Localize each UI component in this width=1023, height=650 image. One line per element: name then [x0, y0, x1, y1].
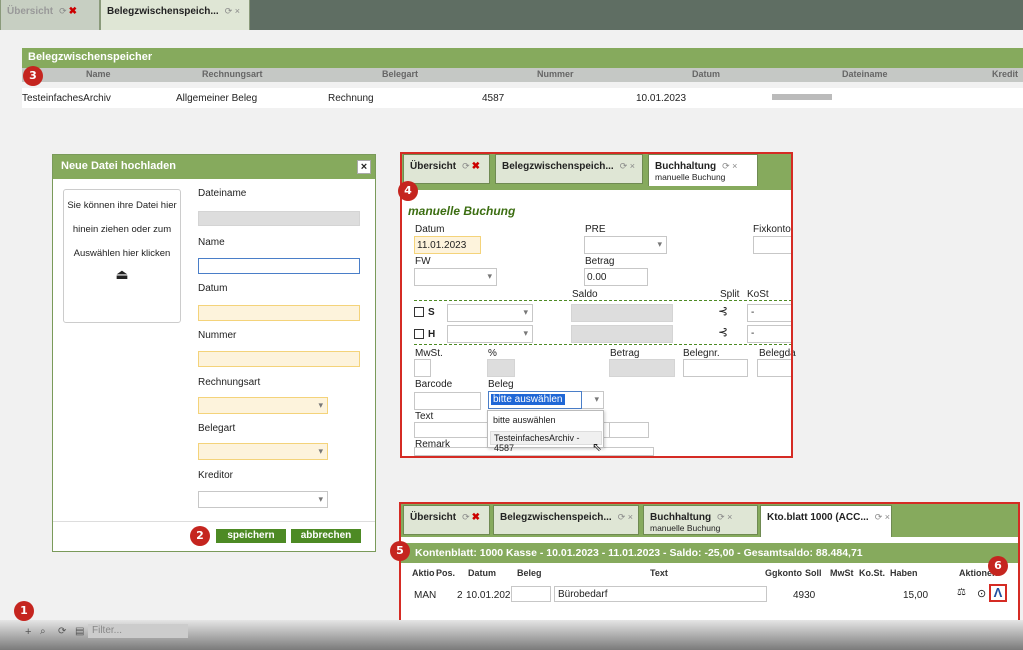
add-icon[interactable]: + — [25, 626, 31, 638]
blurred-filename — [772, 94, 832, 100]
dateiname-field — [198, 211, 360, 226]
panel-title: Belegzwischenspeicher — [22, 48, 1023, 68]
marker-3: 3 — [23, 66, 43, 86]
drop-zone[interactable]: Sie können ihre Datei hier hinein ziehen … — [63, 189, 181, 323]
refresh-icon[interactable]: ⟳ × — [225, 6, 240, 16]
save-button[interactable]: speichern — [216, 529, 286, 543]
marker-5: 5 — [390, 541, 410, 561]
kreditor-select[interactable] — [198, 491, 328, 508]
dialog-title: Neue Datei hochladen — [53, 155, 375, 179]
table-row[interactable]: TesteinfachesArchiv Allgemeiner Beleg Re… — [22, 88, 1023, 108]
datum-input[interactable] — [198, 305, 360, 321]
marker-1: 1 — [14, 601, 34, 621]
name-input[interactable] — [198, 258, 360, 274]
top-tab-bar: Übersicht ⟳ ✖ Belegzwischenspeich... ⟳ × — [0, 0, 1023, 30]
marker-4: 4 — [398, 181, 418, 201]
cancel-button[interactable]: abbrechen — [291, 529, 361, 543]
tab-belegzwischenspeicher[interactable]: Belegzwischenspeich... ⟳ × — [100, 0, 250, 30]
settings-icon[interactable]: ▤ — [75, 626, 84, 637]
refresh-icon[interactable]: ⟳ — [59, 6, 67, 16]
filter-input[interactable]: Filter... — [88, 624, 188, 638]
nummer-input[interactable] — [198, 351, 360, 367]
belegart-select[interactable] — [198, 443, 328, 460]
bottom-toolbar: + ⌕ ⟳ ▤ Filter... — [0, 620, 1023, 650]
upload-icon: ⏏ — [115, 266, 129, 282]
table-header: Name Rechnungsart Belegart Nummer Datum … — [22, 68, 1023, 82]
marker-2: 2 — [190, 526, 210, 546]
marker-6: 6 — [988, 556, 1008, 576]
upload-dialog: Neue Datei hochladen × Sie können ihre D… — [52, 154, 376, 552]
tab-uebersicht[interactable]: Übersicht ⟳ ✖ — [0, 0, 100, 30]
rechnungsart-select[interactable] — [198, 397, 328, 414]
close-icon[interactable]: × — [357, 160, 371, 174]
close-icon[interactable]: ✖ — [69, 6, 77, 17]
search-icon[interactable]: ⌕ — [40, 626, 46, 637]
refresh-icon[interactable]: ⟳ — [58, 626, 66, 637]
